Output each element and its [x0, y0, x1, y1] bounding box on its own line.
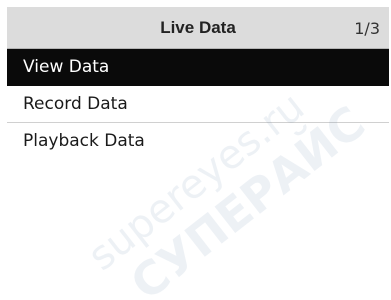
page-indicator: 1/3 — [354, 19, 380, 38]
menu-item-playback-data[interactable]: Playback Data — [7, 123, 389, 159]
page-title: Live Data — [160, 18, 236, 37]
menu-item-record-data[interactable]: Record Data — [7, 86, 389, 123]
menu-item-view-data[interactable]: View Data — [7, 49, 389, 86]
device-screen: Live Data 1/3 View Data Record Data Play… — [7, 7, 389, 297]
menu-list: View Data Record Data Playback Data — [7, 49, 389, 159]
title-bar: Live Data 1/3 — [7, 7, 389, 49]
